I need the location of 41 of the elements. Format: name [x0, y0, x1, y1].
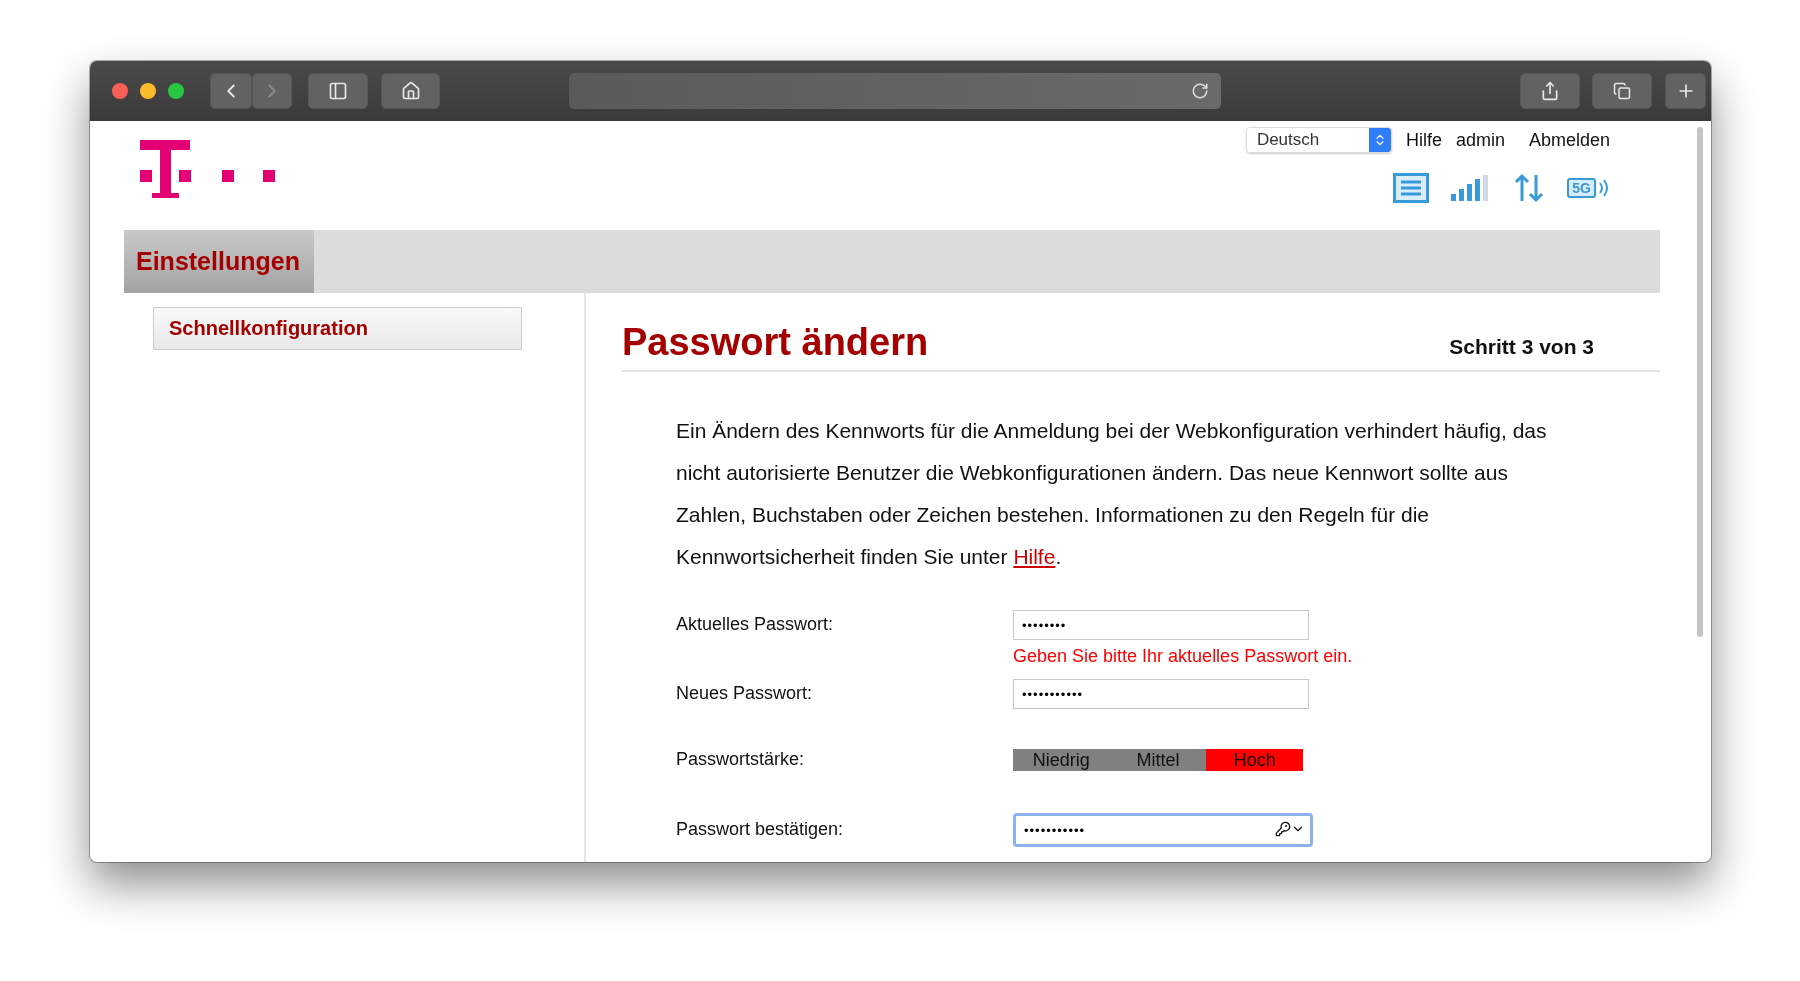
field-label: Passwortstärke:	[676, 749, 806, 770]
home-icon	[400, 81, 421, 101]
maximize-button[interactable]	[168, 83, 184, 99]
password-field[interactable]: •••••••••••	[1013, 679, 1309, 709]
close-button[interactable]	[112, 83, 128, 99]
header-link[interactable]: admin	[1455, 129, 1505, 151]
wireless-waves-icon	[1598, 177, 1610, 199]
field-label: Aktuelles Passwort:	[676, 613, 835, 635]
field-label: Neues Passwort:	[676, 682, 814, 704]
header-link[interactable]: Abmelden	[1528, 129, 1610, 151]
sidebar-icon	[328, 81, 348, 101]
key-icon	[1275, 821, 1291, 837]
page-title: Passwort ändern	[622, 321, 929, 364]
network-type-badge: 5G	[1567, 178, 1596, 198]
strength-level: Hoch	[1206, 749, 1303, 771]
step-indicator: Schritt 3 von 3	[1449, 335, 1594, 360]
sidebar-button[interactable]	[308, 73, 368, 109]
list-icon	[1393, 173, 1430, 203]
tabs-icon	[1613, 82, 1631, 100]
password-field[interactable]: ••••••••	[1013, 610, 1309, 640]
back-button[interactable]	[210, 73, 252, 109]
tabs-button[interactable]	[1592, 73, 1652, 109]
share-button[interactable]	[1520, 73, 1580, 109]
help-link[interactable]: Hilfe	[1013, 545, 1056, 568]
scrollbar-thumb[interactable]	[1697, 127, 1703, 637]
minimize-button[interactable]	[140, 83, 156, 99]
strength-level: Mittel	[1109, 749, 1207, 771]
new-tab-button[interactable]	[1665, 73, 1706, 109]
home-button[interactable]	[381, 73, 440, 109]
intro-paragraph: Ein Ändern des Kennworts für die Anmeldung bei der Webkonfiguration verhindert häufig, das nicht autorisierte Benutzer die Webkonfigurationen ändern. Das neue Kennwort sollte aus Zahlen, Buchstaben oder Zeichen bestehen. Informationen zu den Regeln für die Kennwortsicherheit finden Sie unter Hilfe.	[676, 418, 1548, 570]
help-link[interactable]: Hilfe	[1405, 129, 1442, 151]
reload-icon[interactable]	[1191, 82, 1209, 100]
sidebar-item[interactable]: Schnellkonfiguration	[153, 307, 522, 350]
field-label: Passwort bestätigen:	[676, 818, 845, 840]
error-message: Geben Sie bitte Ihr aktuelles Passwort ein.	[1013, 646, 1354, 667]
strength-level: Niedrig	[1013, 749, 1110, 771]
nav-tab[interactable]: Einstellungen	[124, 230, 314, 293]
language-select[interactable]: Deutsch	[1245, 127, 1392, 153]
password-field[interactable]: •••••••••••	[1013, 813, 1313, 847]
up-down-arrows-icon	[1513, 173, 1546, 203]
share-icon	[1540, 81, 1560, 101]
